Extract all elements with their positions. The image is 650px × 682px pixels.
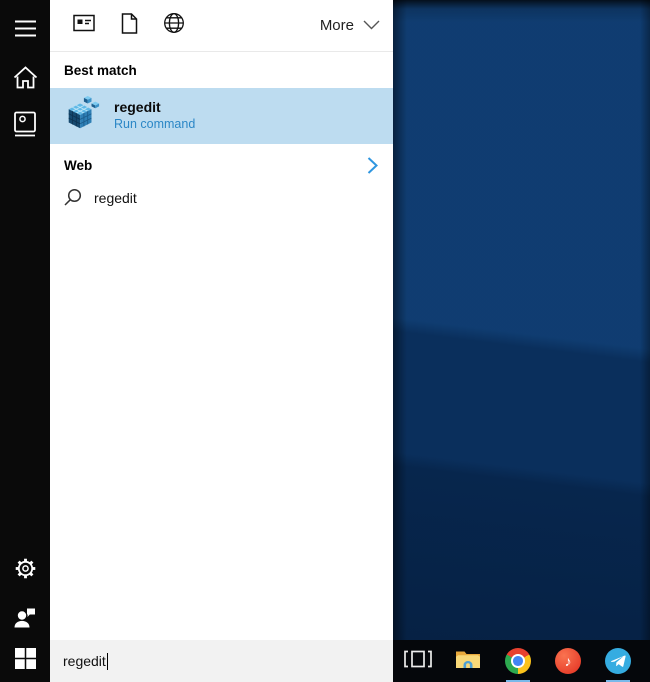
search-flyout: More Best match regedit Run command Web … bbox=[50, 0, 393, 640]
filter-group bbox=[72, 12, 186, 39]
itunes-icon: ♪ bbox=[555, 648, 581, 674]
best-match-text: regedit Run command bbox=[114, 98, 196, 132]
text-caret bbox=[106, 652, 108, 670]
web-section-row[interactable]: Web bbox=[50, 150, 393, 180]
document-filter-icon bbox=[121, 12, 138, 39]
search-input[interactable]: regedit bbox=[50, 640, 393, 682]
globe-icon bbox=[163, 12, 185, 39]
web-section-header: Web bbox=[64, 157, 93, 173]
more-label: More bbox=[319, 17, 354, 34]
best-match-title: regedit bbox=[114, 98, 161, 115]
chevron-down-icon bbox=[363, 17, 380, 34]
web-suggestion-text: regedit bbox=[94, 190, 137, 206]
more-dropdown[interactable]: More bbox=[320, 17, 380, 34]
chrome-button[interactable] bbox=[493, 640, 543, 682]
hamburger-icon bbox=[14, 20, 37, 37]
telegram-button[interactable] bbox=[593, 640, 643, 682]
desktop-wallpaper[interactable] bbox=[393, 0, 650, 640]
chrome-icon bbox=[505, 648, 531, 674]
task-view-icon bbox=[403, 648, 433, 675]
windows-logo-icon bbox=[14, 648, 36, 674]
panel-empty-area bbox=[50, 216, 393, 640]
sidebar-item-home[interactable] bbox=[0, 59, 50, 95]
start-button[interactable] bbox=[0, 640, 50, 682]
file-explorer-icon bbox=[455, 648, 481, 675]
notebook-icon bbox=[13, 111, 37, 137]
filter-topbar: More bbox=[50, 0, 393, 52]
search-icon bbox=[64, 188, 82, 209]
itunes-button[interactable]: ♪ bbox=[543, 640, 593, 682]
best-match-subtitle: Run command bbox=[114, 117, 196, 132]
web-suggestion-item[interactable]: regedit bbox=[50, 180, 393, 216]
sidebar bbox=[0, 0, 50, 640]
documents-filter-button[interactable] bbox=[117, 12, 141, 39]
task-view-button[interactable] bbox=[393, 640, 443, 682]
best-match-result[interactable]: regedit Run command bbox=[50, 88, 393, 144]
gear-icon bbox=[14, 557, 37, 580]
registry-editor-icon bbox=[63, 95, 101, 138]
sidebar-item-settings[interactable] bbox=[0, 550, 50, 586]
screen: More Best match regedit Run command Web … bbox=[0, 0, 650, 682]
best-match-header: Best match bbox=[64, 62, 137, 78]
telegram-icon bbox=[605, 648, 631, 674]
chevron-right-icon bbox=[367, 156, 378, 174]
web-filter-button[interactable] bbox=[162, 12, 186, 39]
home-icon bbox=[13, 65, 38, 89]
feedback-icon bbox=[13, 605, 37, 629]
apps-filter-icon bbox=[73, 14, 95, 37]
sidebar-item-feedback[interactable] bbox=[0, 599, 50, 635]
apps-filter-button[interactable] bbox=[72, 14, 96, 38]
hamburger-menu-button[interactable] bbox=[0, 10, 50, 46]
taskbar: ♪ bbox=[393, 640, 650, 682]
file-explorer-button[interactable] bbox=[443, 640, 493, 682]
sidebar-item-notebook[interactable] bbox=[0, 106, 50, 142]
search-input-value: regedit bbox=[63, 653, 106, 669]
